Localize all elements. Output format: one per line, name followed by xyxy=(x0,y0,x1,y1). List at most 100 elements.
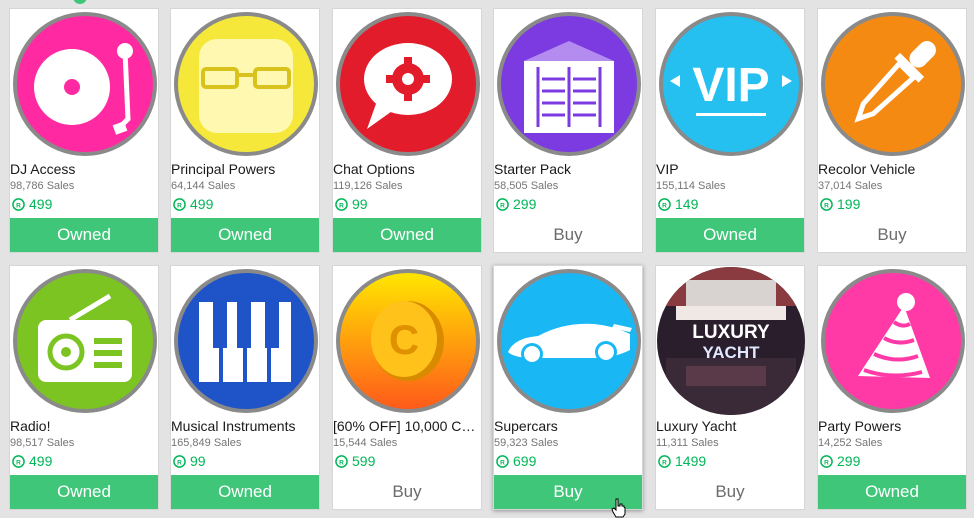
svg-text:R: R xyxy=(824,202,829,209)
item-name: Principal Powers xyxy=(171,161,276,177)
buy-button[interactable]: Buy xyxy=(494,218,642,252)
turntable-icon xyxy=(10,9,160,159)
svg-text:R: R xyxy=(177,202,182,209)
item-name: Recolor Vehicle xyxy=(818,161,916,177)
item-price: R 1499 xyxy=(658,453,706,469)
coin-icon: C xyxy=(333,266,483,416)
svg-text:R: R xyxy=(500,202,505,209)
item-price: R 499 xyxy=(12,196,52,212)
robux-icon: R xyxy=(496,197,509,211)
item-sales: 15,544 Sales xyxy=(333,437,398,449)
radio-icon xyxy=(10,266,160,416)
item-price: R 499 xyxy=(173,196,213,212)
price-value: 299 xyxy=(513,196,537,212)
gamepass-card-party-powers[interactable]: Party Powers 14,252 Sales R 299 Owned xyxy=(817,265,967,510)
item-name: Supercars xyxy=(494,418,558,434)
car-icon xyxy=(494,266,644,416)
vip-icon: VIP xyxy=(656,9,806,159)
gamepass-card-luxury-yacht[interactable]: LUXURY YACHT Luxury Yacht 11,311 Sales R… xyxy=(655,265,805,510)
buy-button[interactable]: Buy xyxy=(333,475,481,509)
robux-icon: R xyxy=(658,454,671,468)
gamepass-card-dj-access[interactable]: DJ Access 98,786 Sales R 499 Owned xyxy=(9,8,159,253)
gamepass-card-principal-powers[interactable]: Principal Powers 64,144 Sales R 499 Owne… xyxy=(170,8,320,253)
price-value: 299 xyxy=(837,453,861,469)
gamepass-card-recolor-vehicle[interactable]: Recolor Vehicle 37,014 Sales R 199 Buy xyxy=(817,8,967,253)
item-price: R 99 xyxy=(335,196,368,212)
item-name: Radio! xyxy=(10,418,51,434)
robux-icon: R xyxy=(173,454,186,468)
gamepass-card-chat-options[interactable]: Chat Options 119,126 Sales R 99 Owned xyxy=(332,8,482,253)
gamepass-card-radio[interactable]: Radio! 98,517 Sales R 499 Owned xyxy=(9,265,159,510)
price-value: 499 xyxy=(29,196,53,212)
svg-text:VIP: VIP xyxy=(692,59,769,112)
yacht-icon: LUXURY YACHT xyxy=(656,266,806,416)
owned-button[interactable]: Owned xyxy=(656,218,804,252)
buy-button[interactable]: Buy xyxy=(818,218,966,252)
svg-text:R: R xyxy=(177,459,182,466)
price-value: 499 xyxy=(190,196,214,212)
piano-icon xyxy=(171,266,321,416)
item-sales: 11,311 Sales xyxy=(656,437,719,449)
gamepass-card-starter-pack[interactable]: Starter Pack 58,505 Sales R 299 Buy xyxy=(493,8,643,253)
gamepass-card-coins[interactable]: C [60% OFF] 10,000 Coi... 15,544 Sales R… xyxy=(332,265,482,510)
item-name: VIP xyxy=(656,161,679,177)
item-price: R 199 xyxy=(820,196,860,212)
svg-text:R: R xyxy=(500,459,505,466)
item-sales: 58,505 Sales xyxy=(494,180,559,192)
owned-button[interactable]: Owned xyxy=(818,475,966,509)
item-price: R 699 xyxy=(496,453,536,469)
svg-text:R: R xyxy=(339,459,344,466)
item-price: R 99 xyxy=(173,453,206,469)
gamepass-card-vip[interactable]: VIP VIP 155,114 Sales R 149 Owned xyxy=(655,8,805,253)
item-name: Chat Options xyxy=(333,161,415,177)
owned-button[interactable]: Owned xyxy=(171,218,319,252)
party-hat-icon xyxy=(818,266,968,416)
item-sales: 59,323 Sales xyxy=(494,437,559,449)
item-name: Musical Instruments xyxy=(171,418,296,434)
gamepass-grid: DJ Access 98,786 Sales R 499 Owned Princ… xyxy=(0,0,974,518)
item-sales: 98,517 Sales xyxy=(10,437,75,449)
price-value: 1499 xyxy=(675,453,707,469)
item-sales: 165,849 Sales xyxy=(171,437,242,449)
item-name: [60% OFF] 10,000 Coi... xyxy=(333,418,481,434)
owned-button[interactable]: Owned xyxy=(171,475,319,509)
item-price: R 499 xyxy=(12,453,52,469)
yacht-icon-text-1: LUXURY xyxy=(692,322,770,343)
item-sales: 64,144 Sales xyxy=(171,180,236,192)
robux-icon: R xyxy=(335,197,348,211)
svg-text:C: C xyxy=(389,316,419,363)
robux-icon: R xyxy=(12,454,25,468)
crate-icon xyxy=(494,9,644,159)
item-name: Luxury Yacht xyxy=(656,418,737,434)
svg-text:R: R xyxy=(824,459,829,466)
robux-icon: R xyxy=(496,454,509,468)
dropper-icon xyxy=(818,9,968,159)
yacht-icon-text-2: YACHT xyxy=(703,343,761,362)
svg-text:R: R xyxy=(662,459,667,466)
price-value: 699 xyxy=(513,453,537,469)
item-price: R 149 xyxy=(658,196,698,212)
price-value: 149 xyxy=(675,196,699,212)
robux-icon: R xyxy=(335,454,348,468)
item-sales: 37,014 Sales xyxy=(818,180,883,192)
price-value: 99 xyxy=(352,196,368,212)
owned-button[interactable]: Owned xyxy=(10,218,158,252)
item-price: R 299 xyxy=(820,453,860,469)
item-sales: 98,786 Sales xyxy=(10,180,75,192)
item-name: Party Powers xyxy=(818,418,902,434)
item-name: DJ Access xyxy=(10,161,76,177)
price-value: 599 xyxy=(352,453,376,469)
owned-button[interactable]: Owned xyxy=(333,218,481,252)
gamepass-card-supercars[interactable]: Supercars 59,323 Sales R 699 Buy xyxy=(493,265,643,510)
item-name: Starter Pack xyxy=(494,161,572,177)
svg-text:R: R xyxy=(16,202,21,209)
item-sales: 14,252 Sales xyxy=(818,437,883,449)
buy-button[interactable]: Buy xyxy=(656,475,804,509)
price-value: 99 xyxy=(190,453,206,469)
owned-button[interactable]: Owned xyxy=(10,475,158,509)
robux-icon: R xyxy=(12,197,25,211)
hand-cursor-icon xyxy=(611,498,626,518)
gamepass-card-musical-instruments[interactable]: Musical Instruments 165,849 Sales R 99 O… xyxy=(170,265,320,510)
glasses-icon xyxy=(171,9,321,159)
svg-text:R: R xyxy=(339,202,344,209)
